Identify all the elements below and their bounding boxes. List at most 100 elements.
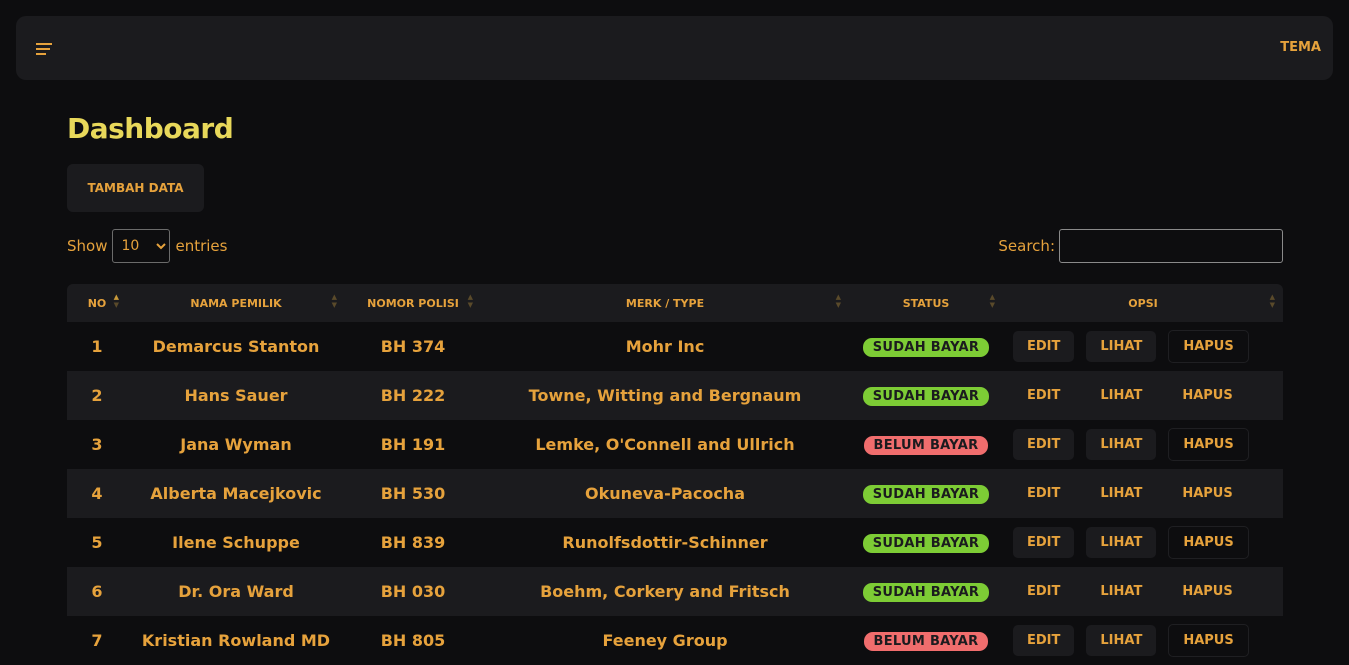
brand-type: Towne, Witting and Bergnaum (481, 371, 849, 420)
row-number: 6 (67, 567, 127, 616)
top-navbar: TEMA (16, 16, 1333, 80)
table-row: 2 Hans Sauer BH 222 Towne, Witting and Berg… (67, 371, 1283, 420)
sort-arrows-icon: ▲ ▼ (989, 293, 995, 309)
sort-arrows-icon: ▲ ▼ (835, 293, 841, 309)
status-cell: SUDAH BAYAR (849, 567, 1003, 616)
owner-name: Hans Sauer (127, 371, 345, 420)
row-number: 5 (67, 518, 127, 567)
status-badge: SUDAH BAYAR (862, 387, 990, 406)
row-number: 4 (67, 469, 127, 518)
column-header-owner[interactable]: NAMA PEMILIK ▲ ▼ (127, 284, 345, 322)
status-cell: SUDAH BAYAR (849, 322, 1003, 371)
view-button[interactable]: LIHAT (1086, 625, 1157, 656)
owner-name: Jana Wyman (127, 420, 345, 469)
edit-button[interactable]: EDIT (1013, 331, 1075, 362)
page-length-select[interactable]: 10 (112, 228, 171, 263)
page-title: Dashboard (67, 112, 234, 145)
table-body: 1 Demarcus Stanton BH 374 Mohr Inc SUDAH BAY… (67, 322, 1283, 665)
column-header-label: STATUS (902, 296, 950, 310)
delete-button[interactable]: HAPUS (1168, 478, 1246, 509)
actions-cell: EDIT LIHAT HAPUS (1003, 616, 1283, 665)
plate-number: BH 374 (345, 322, 481, 371)
owner-name: Ilene Schuppe (127, 518, 345, 567)
column-header-no[interactable]: NO ▲ ▼ (67, 284, 127, 322)
brand-type: Feeney Group (481, 616, 849, 665)
plate-number: BH 222 (345, 371, 481, 420)
table-row: 3 Jana Wyman BH 191 Lemke, O'Connell and Ul… (67, 420, 1283, 469)
row-number: 1 (67, 322, 127, 371)
edit-button[interactable]: EDIT (1013, 576, 1074, 607)
delete-button[interactable]: HAPUS (1168, 428, 1249, 461)
column-header-plate[interactable]: NOMOR POLISI ▲ ▼ (345, 284, 481, 322)
column-header-brand[interactable]: MERK / TYPE ▲ ▼ (481, 284, 849, 322)
search-control: Search: (998, 228, 1283, 264)
actions-cell: EDIT LIHAT HAPUS (1003, 518, 1283, 567)
edit-button[interactable]: EDIT (1013, 380, 1074, 411)
column-header-status[interactable]: STATUS ▲ ▼ (849, 284, 1003, 322)
view-button[interactable]: LIHAT (1086, 429, 1157, 460)
brand-type: Mohr Inc (481, 322, 849, 371)
column-header-label: MERK / TYPE (625, 296, 705, 310)
table-row: 6 Dr. Ora Ward BH 030 Boehm, Corkery and Fr… (67, 567, 1283, 616)
status-cell: SUDAH BAYAR (849, 371, 1003, 420)
delete-button[interactable]: HAPUS (1168, 380, 1246, 411)
column-header-label: NAMA PEMILIK (190, 296, 282, 310)
theme-button[interactable]: TEMA (1280, 36, 1321, 60)
show-label: Show (67, 236, 108, 255)
table-row: 1 Demarcus Stanton BH 374 Mohr Inc SUDAH BAY… (67, 322, 1283, 371)
view-button[interactable]: LIHAT (1086, 331, 1157, 362)
sort-arrows-icon: ▲ ▼ (113, 293, 119, 309)
status-badge: SUDAH BAYAR (862, 534, 990, 553)
column-header-label: OPSI (1128, 296, 1158, 310)
brand-type: Runolfsdottir-Schinner (481, 518, 849, 567)
plate-number: BH 839 (345, 518, 481, 567)
brand-type: Boehm, Corkery and Fritsch (481, 567, 849, 616)
status-badge: SUDAH BAYAR (862, 583, 990, 602)
view-button[interactable]: LIHAT (1086, 576, 1156, 607)
brand-type: Okuneva-Pacocha (481, 469, 849, 518)
table-row: 7 Kristian Rowland MD BH 805 Feeney Group BE… (67, 616, 1283, 665)
page-length-control: Show 10 entries (67, 228, 227, 263)
search-input[interactable] (1059, 229, 1283, 263)
vehicles-table: NO ▲ ▼ NAMA PEMILIK ▲ ▼ NOMOR POLISI ▲ ▼ MERK / T… (67, 284, 1283, 665)
owner-name: Kristian Rowland MD (127, 616, 345, 665)
row-number: 7 (67, 616, 127, 665)
column-header-options[interactable]: OPSI ▲ ▼ (1003, 284, 1283, 322)
edit-button[interactable]: EDIT (1013, 527, 1075, 558)
add-data-button[interactable]: TAMBAH DATA (67, 164, 204, 212)
status-badge: SUDAH BAYAR (862, 338, 990, 357)
column-header-label: NOMOR POLISI (367, 296, 459, 310)
edit-button[interactable]: EDIT (1013, 429, 1075, 460)
delete-button[interactable]: HAPUS (1168, 576, 1246, 607)
owner-name: Dr. Ora Ward (127, 567, 345, 616)
search-label: Search: (998, 237, 1055, 255)
table-row: 5 Ilene Schuppe BH 839 Runolfsdottir-Schinn… (67, 518, 1283, 567)
plate-number: BH 030 (345, 567, 481, 616)
row-number: 3 (67, 420, 127, 469)
delete-button[interactable]: HAPUS (1168, 624, 1249, 657)
row-number: 2 (67, 371, 127, 420)
plate-number: BH 191 (345, 420, 481, 469)
status-cell: SUDAH BAYAR (849, 518, 1003, 567)
menu-lines-icon[interactable] (36, 38, 60, 58)
view-button[interactable]: LIHAT (1086, 478, 1156, 509)
view-button[interactable]: LIHAT (1086, 380, 1156, 411)
sort-arrows-icon: ▲ ▼ (331, 293, 337, 309)
sort-arrows-icon: ▲ ▼ (467, 293, 473, 309)
actions-cell: EDIT LIHAT HAPUS (1003, 567, 1283, 616)
edit-button[interactable]: EDIT (1013, 625, 1075, 656)
plate-number: BH 805 (345, 616, 481, 665)
plate-number: BH 530 (345, 469, 481, 518)
delete-button[interactable]: HAPUS (1168, 526, 1249, 559)
table-header-row: NO ▲ ▼ NAMA PEMILIK ▲ ▼ NOMOR POLISI ▲ ▼ MERK / T… (67, 284, 1283, 322)
status-cell: SUDAH BAYAR (849, 469, 1003, 518)
status-badge: SUDAH BAYAR (862, 485, 990, 504)
delete-button[interactable]: HAPUS (1168, 330, 1249, 363)
edit-button[interactable]: EDIT (1013, 478, 1074, 509)
owner-name: Alberta Macejkovic (127, 469, 345, 518)
sort-arrows-icon: ▲ ▼ (1269, 293, 1275, 309)
status-cell: BELUM BAYAR (849, 616, 1003, 665)
actions-cell: EDIT LIHAT HAPUS (1003, 371, 1283, 420)
status-badge: BELUM BAYAR (863, 436, 989, 455)
view-button[interactable]: LIHAT (1086, 527, 1157, 558)
